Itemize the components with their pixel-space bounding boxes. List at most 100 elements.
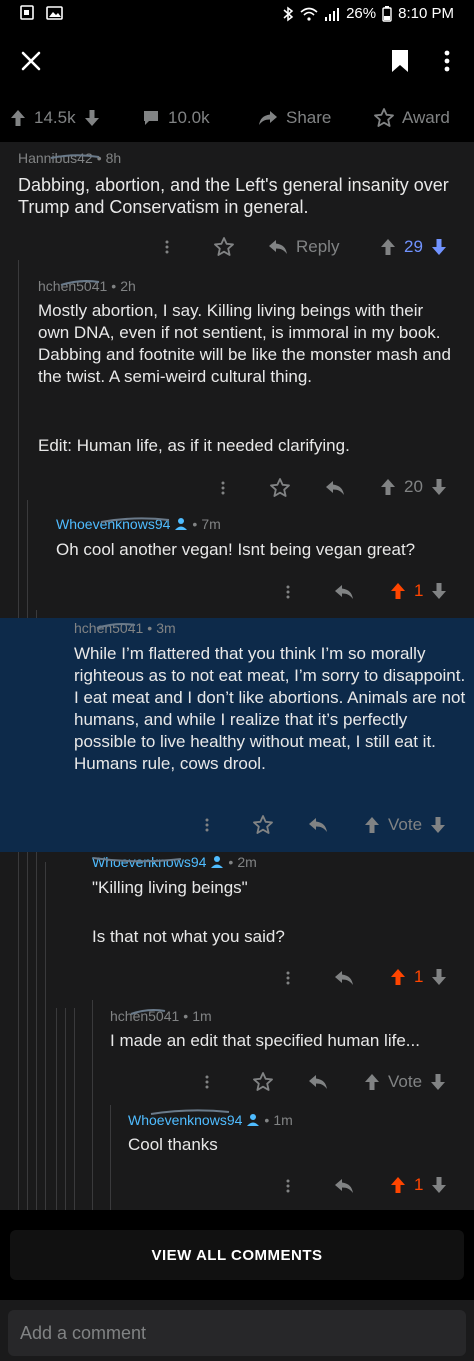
thread-line-2 [27, 500, 28, 1210]
more-vertical-icon[interactable] [220, 480, 226, 496]
share-arrow-icon [258, 110, 278, 126]
comment-age: 8h [105, 150, 122, 166]
close-icon[interactable] [20, 50, 42, 72]
redaction-scribble [96, 623, 136, 629]
upvote-arrow-icon[interactable] [380, 478, 396, 496]
upvote-arrow-icon[interactable] [390, 582, 406, 600]
thread-line-7 [74, 1008, 75, 1210]
reply-arrow-icon[interactable] [308, 1074, 328, 1090]
post-vote-group: 14.5k [10, 108, 100, 128]
comment-vote-group: Vote [364, 1072, 446, 1092]
thread-line-6 [65, 1008, 66, 1210]
comment-score: 29 [404, 237, 423, 256]
user-icon [174, 517, 188, 531]
upvote-arrow-icon[interactable] [364, 816, 380, 834]
wifi-icon [300, 7, 318, 21]
reply-arrow-icon[interactable] [334, 1178, 354, 1194]
top-bar [0, 30, 474, 94]
comment-body-2: Is that not what you said? [92, 927, 285, 946]
bookmark-icon[interactable] [390, 49, 410, 73]
meta-separator: • [183, 1008, 189, 1024]
comment-vote-group: 1 [390, 967, 447, 987]
more-vertical-icon[interactable] [285, 1178, 291, 1194]
comment-bubble-icon [142, 109, 160, 127]
downvote-arrow-icon[interactable] [431, 478, 447, 496]
reply-button[interactable]: Reply [268, 237, 339, 257]
comments-button[interactable]: 10.0k [142, 108, 210, 128]
award-icon[interactable] [253, 815, 273, 835]
award-button[interactable]: Award [374, 108, 450, 128]
thread-line-8 [92, 1000, 93, 1210]
upvote-arrow-icon[interactable] [364, 1073, 380, 1091]
redaction-scribble [130, 1009, 166, 1015]
comment-body: Oh cool another vegan! Isnt being vegan … [56, 540, 416, 559]
downvote-arrow-icon[interactable] [84, 109, 100, 127]
redaction-scribble [92, 857, 182, 863]
reply-arrow-icon[interactable] [325, 480, 345, 496]
award-icon[interactable] [270, 478, 290, 498]
more-vertical-icon[interactable] [164, 239, 170, 255]
comment-vote-group: 20 [380, 477, 447, 497]
redaction-scribble [60, 280, 100, 286]
downvote-arrow-icon[interactable] [431, 238, 447, 256]
comment-vote-group: Vote [364, 815, 446, 835]
comment-score: 1 [414, 1175, 424, 1194]
thread-line-9 [110, 1105, 111, 1210]
clock: 8:10 PM [398, 5, 454, 22]
status-bar: 26% 8:10 PM [0, 0, 474, 30]
reply-arrow-icon[interactable] [334, 970, 354, 986]
meta-separator: • [111, 278, 117, 294]
add-comment-input[interactable]: Add a comment [8, 1310, 466, 1356]
comment-age: 3m [156, 620, 176, 636]
comment-age: 1m [273, 1112, 293, 1128]
redaction-scribble [50, 154, 100, 159]
reply-arrow-icon[interactable] [334, 584, 354, 600]
reply-arrow-icon [268, 239, 288, 255]
reply-arrow-icon[interactable] [308, 817, 328, 833]
share-button[interactable]: Share [258, 108, 331, 128]
upvote-arrow-icon[interactable] [10, 109, 26, 127]
vote-label: Vote [388, 815, 423, 834]
downvote-arrow-icon[interactable] [431, 1176, 447, 1194]
thread-line-4 [45, 862, 46, 1210]
more-vertical-icon[interactable] [443, 49, 451, 73]
comment-score: 1 [414, 581, 424, 600]
vote-label: Vote [388, 1072, 423, 1091]
redaction-scribble [150, 1109, 230, 1115]
meta-separator: • [147, 620, 153, 636]
comment-vote-group: 1 [390, 1175, 447, 1195]
thread-line-5 [56, 1008, 57, 1210]
downvote-arrow-icon[interactable] [431, 582, 447, 600]
award-icon[interactable] [214, 237, 234, 257]
award-label: Award [402, 108, 450, 127]
comment-body: Dabbing, abortion, and the Left's genera… [18, 175, 449, 217]
comment-age: 2m [237, 854, 257, 870]
more-vertical-icon[interactable] [285, 584, 291, 600]
upvote-arrow-icon[interactable] [390, 1176, 406, 1194]
downvote-arrow-icon[interactable] [431, 968, 447, 986]
view-all-comments-button[interactable]: VIEW ALL COMMENTS [10, 1230, 464, 1280]
comment-vote-group: 29 [380, 237, 447, 257]
meta-separator: • [264, 1112, 270, 1128]
user-icon [246, 1113, 260, 1127]
upvote-arrow-icon[interactable] [390, 968, 406, 986]
downvote-arrow-icon[interactable] [430, 1073, 446, 1091]
reply-label: Reply [296, 237, 340, 256]
more-vertical-icon[interactable] [285, 970, 291, 986]
downvote-arrow-icon[interactable] [430, 816, 446, 834]
user-icon [210, 855, 224, 869]
comment-age: 2h [120, 278, 136, 294]
more-vertical-icon[interactable] [204, 817, 210, 833]
comment-body: I made an edit that specified human life… [110, 1031, 420, 1050]
battery-icon [382, 5, 392, 22]
award-icon[interactable] [253, 1072, 273, 1092]
upvote-arrow-icon[interactable] [380, 238, 396, 256]
gallery-icon [46, 5, 64, 21]
comment-body: "Killing living beings" [92, 878, 248, 897]
more-vertical-icon[interactable] [204, 1074, 210, 1090]
notification-icon [20, 5, 38, 21]
comment-age: 7m [201, 516, 221, 532]
meta-separator: • [192, 516, 198, 532]
bluetooth-icon [282, 6, 294, 22]
award-icon [374, 108, 394, 128]
